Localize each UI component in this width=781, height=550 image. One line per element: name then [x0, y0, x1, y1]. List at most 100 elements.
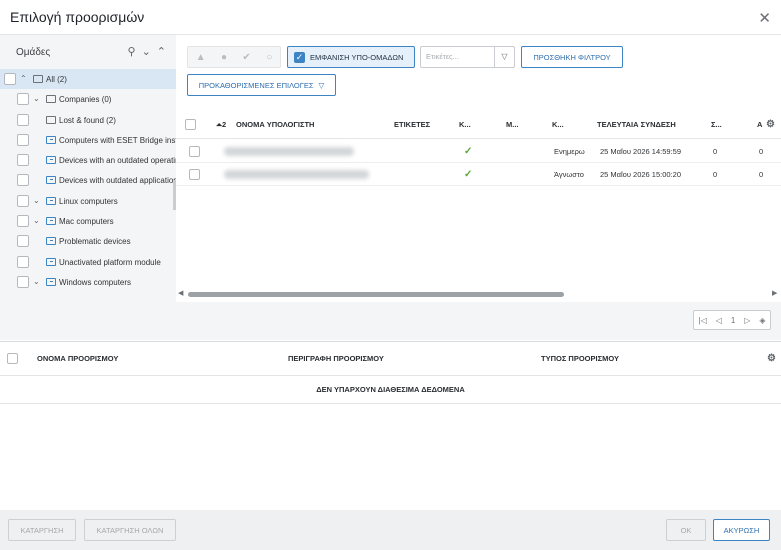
gear-icon[interactable]: ⚙ [766, 110, 775, 139]
search-icon[interactable]: ⚲ [128, 45, 136, 58]
page-number: 1 [730, 315, 736, 325]
ok-icon[interactable]: ✔ [242, 52, 250, 63]
tree-item[interactable]: Problematic devices [0, 231, 176, 251]
column-k2[interactable]: Κ... [552, 110, 564, 139]
next-page-icon[interactable]: ▷ [744, 316, 750, 325]
groups-panel: Ομάδες ⚲ ⌄ ⌃ ⌃ All (2) ⌄ Companies (0) Lost … [0, 34, 176, 340]
column-computer-name[interactable]: ΟΝΟΜΑ ΥΠΟΛΟΓΙΣΤΗ [236, 110, 314, 139]
tree-item-label: Mac computers [59, 217, 114, 227]
tree-item[interactable]: Computers with ESET Bridge installed [0, 130, 176, 150]
scrollbar-thumb[interactable] [188, 292, 564, 297]
tree-checkbox[interactable] [17, 174, 29, 187]
table-row[interactable]: ✓ Ενημερω 25 Μαΐου 2026 14:59:59 0 0 [176, 140, 781, 163]
chevron-down-icon[interactable]: ⌄ [33, 196, 40, 205]
chevron-up-icon[interactable]: ⌃ [20, 74, 27, 83]
column-s[interactable]: Σ... [711, 110, 722, 139]
tree-item[interactable]: Devices with outdated applications [0, 170, 176, 190]
first-page-icon[interactable]: |◁ [698, 316, 706, 325]
dialog-footer: ΚΑΤΑΡΓΗΣΗ ΚΑΤΑΡΓΗΣΗ ΟΛΩΝ OK ΑΚΥΡΩΣΗ [0, 510, 781, 550]
ok-status-icon: ✓ [464, 146, 473, 157]
row-checkbox[interactable] [189, 169, 200, 180]
add-filter-button[interactable]: ΠΡΟΣΘΗΚΗ ΦΙΛΤΡΟΥ [521, 46, 623, 68]
tree-checkbox[interactable] [17, 235, 29, 248]
column-a[interactable]: Α [757, 110, 762, 139]
empty-state: ΔΕΝ ΥΠΑΡΧΟΥΝ ΔΙΑΘΕΣΙΜΑ ΔΕΔΟΜΕΝΑ [0, 376, 781, 404]
gear-icon[interactable]: ⚙ [767, 342, 776, 376]
cancel-label: ΑΚΥΡΩΣΗ [723, 525, 760, 535]
tree-checkbox[interactable] [17, 154, 29, 167]
tree-checkbox[interactable] [17, 255, 29, 268]
chevron-down-icon[interactable]: ⌄ [33, 277, 40, 286]
computers-table-header: ⏶2 ΟΝΟΜΑ ΥΠΟΛΟΓΙΣΤΗ ΕΤΙΚΕΤΕΣ Κ... Μ... Κ… [176, 110, 781, 139]
table-row[interactable]: ✓ Άγνωστο 25 Μαΐου 2026 15:00:20 0 0 [176, 163, 781, 186]
presets-button[interactable]: ΠΡΟΚΑΘΟΡΙΣΜΕΝΕΣ ΕΠΙΛΟΓΕΣ ▽ [187, 74, 336, 96]
column-destination-name[interactable]: ΟΝΟΜΑ ΠΡΟΟΡΙΣΜΟΥ [37, 342, 118, 376]
layers-icon[interactable]: ◈ [759, 316, 765, 325]
toolbar: ▲ ● ✔ ○ ✓ ΕΜΦΑΝΙΣΗ ΥΠΟ-ΟΜΑΔΩΝ Ετικέτες..… [176, 34, 781, 102]
tree-item[interactable]: ⌄ Companies (0) [0, 89, 176, 109]
cell-last-connection: 25 Μαΐου 2026 14:59:59 [600, 147, 681, 156]
tree-item-label: Windows computers [59, 277, 132, 287]
prev-page-icon[interactable]: ◁ [716, 316, 722, 325]
tree-checkbox[interactable] [17, 275, 29, 288]
groups-tools: ⚲ ⌄ ⌃ [128, 45, 167, 58]
unknown-icon[interactable]: ○ [266, 52, 272, 63]
tree-item[interactable]: Unactivated platform module [0, 252, 176, 272]
cell-a: 0 [759, 170, 764, 179]
remove-all-button[interactable]: ΚΑΤΑΡΓΗΣΗ ΟΛΩΝ [84, 519, 176, 541]
dynamic-group-icon [46, 176, 56, 185]
ok-button[interactable]: OK [666, 519, 706, 541]
group-tree: ⌃ All (2) ⌄ Companies (0) Lost & found (2) Co… [0, 69, 176, 292]
chevron-down-icon[interactable]: ⌄ [33, 216, 40, 225]
column-tags[interactable]: ΕΤΙΚΕΤΕΣ [394, 110, 430, 139]
row-checkbox[interactable] [189, 146, 200, 157]
warning-icon[interactable]: ▲ [196, 52, 206, 63]
cancel-button[interactable]: ΑΚΥΡΩΣΗ [713, 519, 770, 541]
dynamic-group-icon [46, 196, 56, 205]
column-m[interactable]: Μ... [506, 110, 519, 139]
groups-header-label: Ομάδες [16, 46, 51, 58]
select-all-destinations-checkbox[interactable] [7, 353, 18, 364]
tree-item-label: Computers with ESET Bridge installed [59, 135, 176, 145]
scroll-left-icon[interactable]: ◀ [178, 289, 183, 297]
expand-all-icon[interactable]: ⌄ [142, 45, 151, 58]
column-last-connection[interactable]: ΤΕΛΕΥΤΑΙΑ ΣΥΝΔΕΣΗ [597, 110, 676, 139]
close-icon[interactable]: ✕ [758, 9, 771, 27]
sort-indicator[interactable]: ⏶2 [216, 110, 226, 139]
status-filter-icons: ▲ ● ✔ ○ [187, 46, 281, 68]
column-k1[interactable]: Κ... [459, 110, 471, 139]
tree-checkbox[interactable] [17, 93, 29, 106]
scroll-right-icon[interactable]: ▶ [772, 289, 777, 297]
tree-item[interactable]: ⌄ Linux computers [0, 191, 176, 211]
tree-item[interactable]: ⌃ All (2) [0, 69, 176, 90]
checkbox-checked-icon: ✓ [294, 51, 305, 63]
tree-checkbox[interactable] [17, 215, 29, 228]
tags-filter-input[interactable]: Ετικέτες... ▽ [420, 46, 515, 68]
folder-icon [33, 75, 43, 83]
dynamic-group-icon [46, 257, 56, 266]
remove-button[interactable]: ΚΑΤΑΡΓΗΣΗ [8, 519, 76, 541]
tree-checkbox[interactable] [17, 113, 29, 126]
redacted-computer-name [224, 170, 369, 179]
tags-placeholder: Ετικέτες... [426, 52, 459, 61]
tree-item[interactable]: Lost & found (2) [0, 110, 176, 130]
tree-item[interactable]: ⌄ Windows computers [0, 272, 176, 292]
column-destination-type[interactable]: ΤΥΠΟΣ ΠΡΟΟΡΙΣΜΟΥ [541, 342, 619, 376]
chevron-down-icon[interactable]: ⌄ [33, 94, 40, 103]
remove-label: ΚΑΤΑΡΓΗΣΗ [20, 525, 64, 535]
cell-s: 0 [713, 170, 718, 179]
error-icon[interactable]: ● [221, 52, 227, 63]
dynamic-group-icon [46, 277, 56, 286]
tree-checkbox[interactable] [17, 133, 29, 146]
column-destination-description[interactable]: ΠΕΡΙΓΡΑΦΗ ΠΡΟΟΡΙΣΜΟΥ [288, 342, 384, 376]
tree-item[interactable]: ⌄ Mac computers [0, 211, 176, 231]
select-all-checkbox[interactable] [185, 119, 196, 130]
destinations-table-header: ΟΝΟΜΑ ΠΡΟΟΡΙΣΜΟΥ ΠΕΡΙΓΡΑΦΗ ΠΡΟΟΡΙΣΜΟΥ ΤΥ… [0, 341, 781, 376]
tree-checkbox[interactable] [17, 194, 29, 207]
tree-item[interactable]: Devices with an outdated operating syste… [0, 150, 176, 170]
collapse-all-icon[interactable]: ⌃ [157, 45, 166, 58]
tree-checkbox[interactable] [4, 73, 16, 85]
filter-dropdown-icon[interactable]: ▽ [494, 47, 514, 67]
show-subgroups-toggle[interactable]: ✓ ΕΜΦΑΝΙΣΗ ΥΠΟ-ΟΜΑΔΩΝ [287, 46, 415, 68]
dynamic-group-icon [46, 217, 56, 226]
